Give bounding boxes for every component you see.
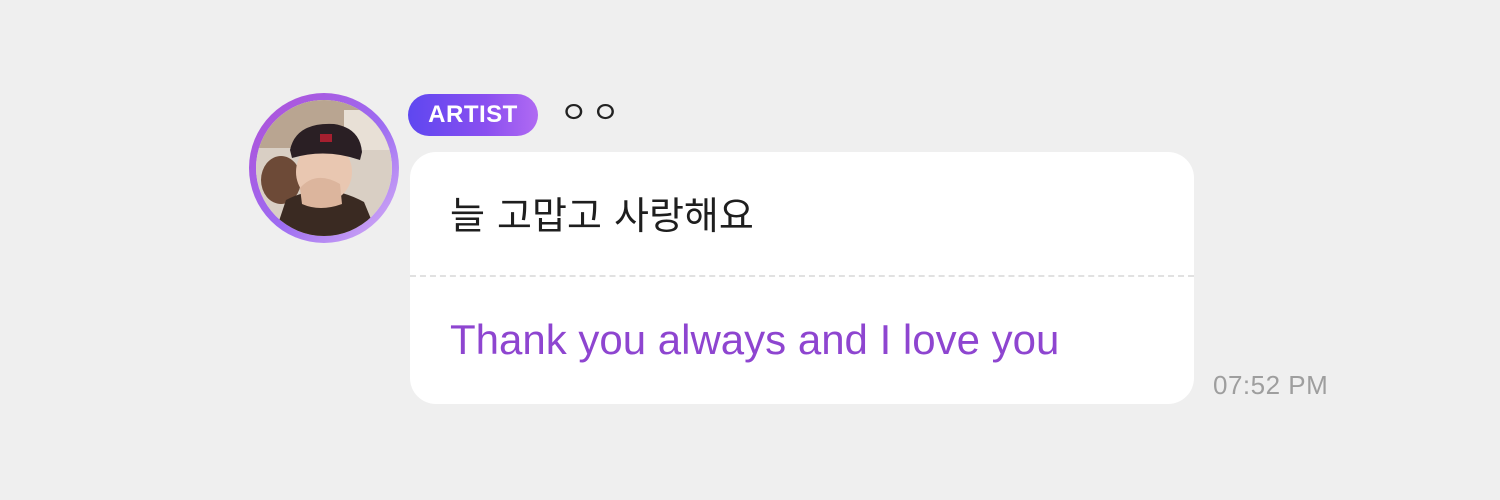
avatar-photo xyxy=(256,100,392,236)
translated-message-text: Thank you always and I love you xyxy=(450,316,1060,363)
message-bubble[interactable]: 늘 고맙고 사랑해요 Thank you always and I love y… xyxy=(410,152,1194,404)
artist-badge: ARTIST xyxy=(408,94,538,136)
sender-name: ㅇㅇ xyxy=(560,96,624,131)
message-timestamp: 07:52 PM xyxy=(1213,370,1329,400)
translation-divider xyxy=(410,275,1194,277)
avatar[interactable] xyxy=(249,93,399,243)
original-message-text: 늘 고맙고 사랑해요 xyxy=(450,194,754,238)
